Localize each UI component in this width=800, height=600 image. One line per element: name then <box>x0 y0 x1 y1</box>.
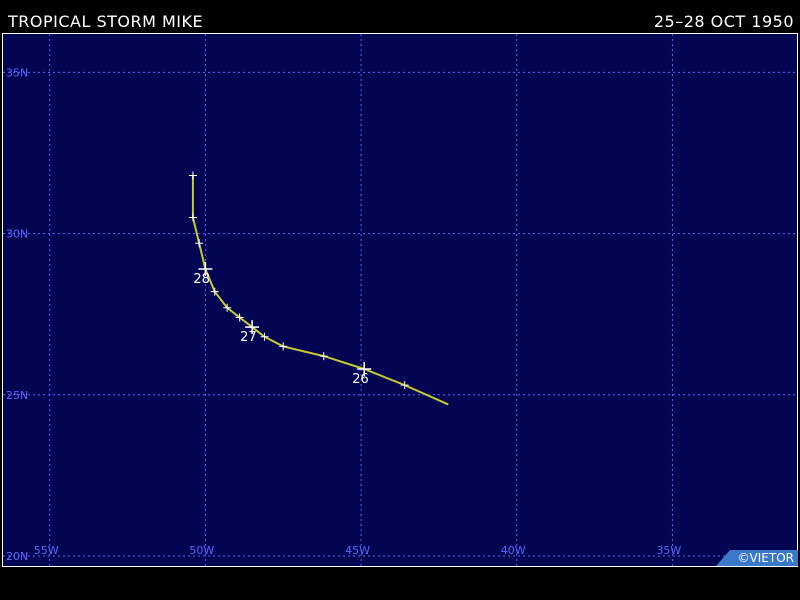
lon-label: 50W <box>189 544 214 557</box>
track-point-marker <box>195 239 204 248</box>
lon-label: 40W <box>501 544 526 557</box>
track-line <box>191 175 449 406</box>
day-label: 28 <box>193 272 210 287</box>
storm-track <box>191 175 449 406</box>
track-point-marker <box>188 171 197 180</box>
track-markers <box>188 171 409 390</box>
track-point-marker <box>188 213 197 222</box>
track-point-marker <box>279 342 288 351</box>
day-labels: 26 27 28 <box>193 272 368 387</box>
track-point-marker <box>400 381 409 390</box>
storm-track-map: 35N 30N 25N 20N 55W 50W 45W 40W 35W 26 27 28 <box>3 34 797 566</box>
lat-label: 25N <box>6 389 28 402</box>
day-label: 27 <box>240 330 257 345</box>
lon-label: 55W <box>34 544 59 557</box>
lat-label: 20N <box>6 550 28 563</box>
day-label: 26 <box>352 372 369 387</box>
track-point-marker <box>319 352 328 361</box>
grid-lines <box>3 34 797 566</box>
lat-label: 35N <box>6 66 28 79</box>
lat-label: 30N <box>6 228 28 241</box>
credit-badge: ©VIETOR <box>716 550 798 566</box>
lon-label: 45W <box>345 544 370 557</box>
grid-labels: 35N 30N 25N 20N 55W 50W 45W 40W 35W <box>6 66 681 563</box>
lon-label: 35W <box>656 544 681 557</box>
